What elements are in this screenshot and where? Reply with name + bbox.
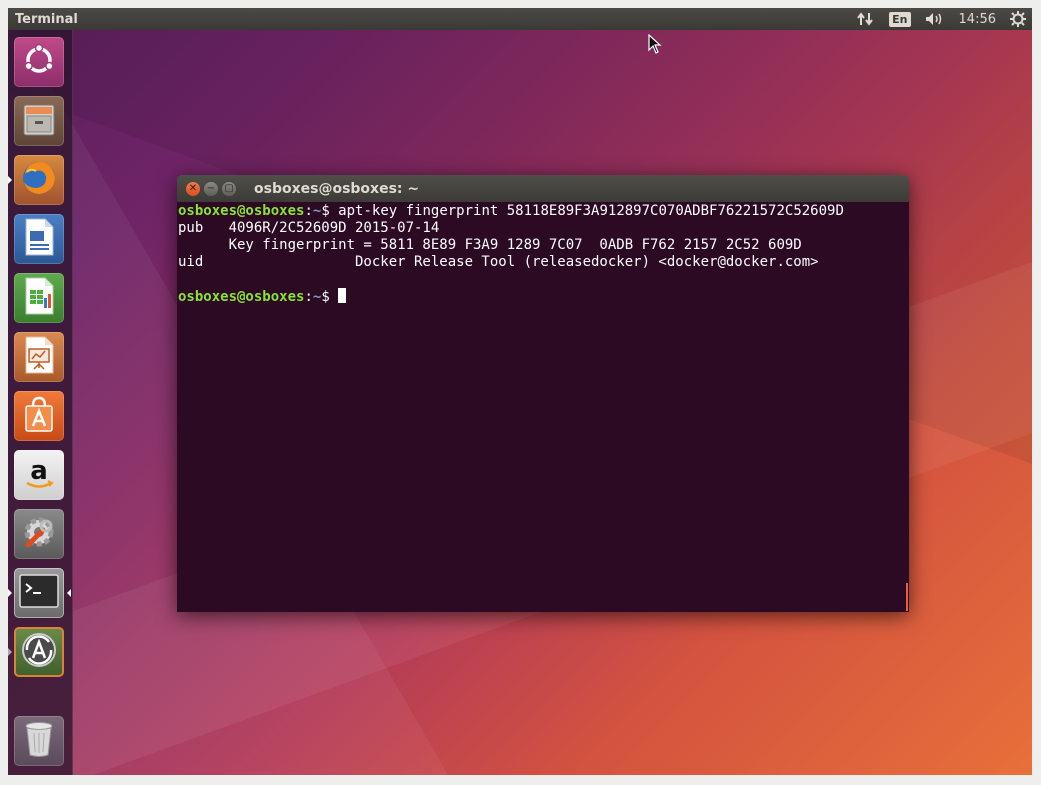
software-updater-icon	[19, 630, 59, 674]
shopping-bag-icon	[21, 394, 57, 438]
running-indicator	[8, 176, 12, 184]
minimize-button[interactable]: −	[204, 181, 218, 196]
trash-icon	[23, 719, 55, 763]
ubuntu-logo-icon	[22, 43, 56, 81]
keyboard-layout-indicator[interactable]: En	[889, 8, 911, 30]
focused-indicator	[67, 589, 71, 597]
launcher-item-amazon[interactable]: a	[14, 450, 64, 500]
running-indicator	[8, 589, 12, 597]
scrollbar-indicator[interactable]	[906, 583, 908, 611]
language-badge: En	[889, 11, 911, 27]
volume-icon[interactable]	[925, 8, 945, 30]
impress-presentation-icon	[21, 335, 57, 379]
writer-document-icon	[21, 217, 57, 261]
prompt-separator: :	[304, 289, 313, 305]
window-title: osboxes@osboxes: ~	[254, 180, 420, 197]
launcher: a	[8, 30, 73, 775]
file-cabinet-icon	[20, 100, 58, 142]
launcher-item-software[interactable]	[14, 391, 64, 441]
prompt-symbol: $	[321, 203, 339, 219]
session-gear-icon[interactable]	[1010, 8, 1026, 30]
maximize-button[interactable]: ▢	[222, 181, 236, 196]
top-panel: Terminal En 14:56	[8, 8, 1032, 30]
prompt-user: osboxes@osboxes	[178, 203, 305, 219]
window-titlebar[interactable]: ✕ − ▢ osboxes@osboxes: ~	[177, 175, 909, 202]
terminal-command-line: osboxes@osboxes:~$ apt-key fingerprint 5…	[177, 203, 909, 220]
terminal-icon	[19, 574, 59, 612]
firefox-icon	[19, 158, 59, 202]
text-cursor	[338, 288, 347, 303]
launcher-item-terminal[interactable]	[8, 568, 71, 618]
terminal-prompt-line: osboxes@osboxes:~$	[177, 288, 909, 305]
maximize-icon: ▢	[224, 182, 234, 194]
network-icon[interactable]	[857, 8, 875, 30]
close-icon: ✕	[188, 182, 198, 194]
minimize-icon: −	[206, 182, 216, 194]
indicator-area: En 14:56	[857, 8, 1032, 30]
launcher-item-impress[interactable]	[14, 332, 64, 382]
launcher-item-settings[interactable]	[14, 509, 64, 559]
launcher-item-updater[interactable]	[8, 627, 64, 677]
launcher-item-calc[interactable]	[14, 273, 64, 323]
launcher-item-writer[interactable]	[14, 214, 64, 264]
amazon-icon: a	[19, 453, 59, 497]
calc-spreadsheet-icon	[21, 276, 57, 320]
terminal-window: ✕ − ▢ osboxes@osboxes: ~ osboxes@osboxes…	[177, 175, 909, 612]
mouse-pointer-icon	[648, 33, 662, 58]
launcher-item-dash[interactable]	[14, 37, 64, 87]
close-button[interactable]: ✕	[186, 181, 200, 196]
desktop: Terminal En 14:56 a ✕ − ▢ osboxes@osboxe…	[8, 8, 1032, 775]
output-line: Key fingerprint = 5811 8E89 F3A9 1289 7C…	[178, 237, 802, 253]
launcher-item-files[interactable]	[14, 96, 64, 146]
prompt-separator: :	[304, 203, 313, 219]
active-app-title: Terminal	[15, 11, 78, 27]
clock[interactable]: 14:56	[959, 8, 996, 30]
settings-wrench-icon	[19, 512, 59, 556]
prompt-user: osboxes@osboxes	[178, 289, 305, 305]
launcher-item-firefox[interactable]	[8, 155, 64, 205]
output-line: pub 4096R/2C52609D 2015-07-14	[178, 220, 440, 236]
command-text: apt-key fingerprint 58118E89F3A912897C07…	[338, 203, 844, 219]
terminal-text-area[interactable]: osboxes@osboxes:~$ apt-key fingerprint 5…	[177, 202, 909, 612]
running-indicator	[8, 648, 12, 656]
launcher-item-trash[interactable]	[14, 716, 64, 766]
output-line: uid Docker Release Tool (releasedocker) …	[178, 254, 819, 270]
prompt-symbol: $	[321, 289, 339, 305]
svg-text:a: a	[30, 456, 48, 486]
